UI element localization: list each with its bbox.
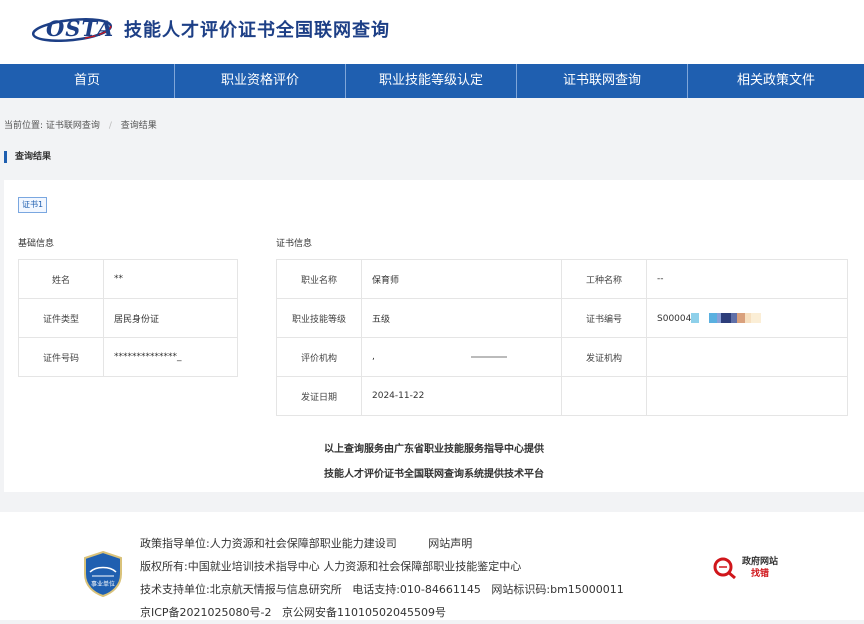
copyright: 版权所有:中国就业培训技术指导中心 人力资源和社会保障部职业技能鉴定中心: [140, 560, 522, 573]
table-row: 评价机构 , 发证机构: [276, 337, 848, 377]
work-type-value: --: [646, 259, 848, 299]
id-type-value: 居民身份证: [103, 298, 238, 338]
badge-text: 事业单位: [91, 580, 115, 588]
footer: 事业单位 政策指导单位:人力资源和社会保障部职业能力建设司 网站声明 版权所有:…: [0, 512, 864, 620]
footer-line: 京ICP备2021025080号-2 京公网安备11010502045509号: [140, 601, 624, 624]
icp-record[interactable]: 京ICP备2021025080号-2: [140, 606, 272, 619]
provider-credit: 以上查询服务由广东省职业技能服务指导中心提供: [324, 444, 544, 455]
cert-info-title: 证书信息: [276, 239, 313, 249]
redaction-mosaic: [691, 312, 762, 324]
name-value: **: [103, 259, 238, 299]
magnifier-icon: [713, 557, 736, 579]
main-nav: 首页 职业资格评价 职业技能等级认定 证书联网查询 相关政策文件: [0, 64, 864, 98]
breadcrumb: 当前位置: 证书联网查询 / 查询结果: [4, 118, 157, 131]
osta-logo-mark: OSTA: [32, 14, 118, 44]
site-title: 技能人才评价证书全国联网查询: [124, 20, 390, 41]
issuer-label: 发证机构: [561, 337, 647, 377]
cert-tab[interactable]: 证书1: [18, 197, 48, 213]
logo-text: OSTA: [46, 16, 115, 41]
table-row: 证件类型 居民身份证: [18, 298, 238, 338]
empty-cell: [561, 376, 647, 416]
nav-item-policy[interactable]: 相关政策文件: [688, 64, 864, 98]
section-title: 查询结果: [4, 151, 51, 163]
skill-level-label: 职业技能等级: [276, 298, 362, 338]
issue-date-value: 2024-11-22: [361, 376, 562, 416]
table-row: 职业技能等级 五级 证书编号 S00004: [276, 298, 848, 338]
table-row: 职业名称 保育师 工种名称 --: [276, 259, 848, 299]
nav-item-qualification[interactable]: 职业资格评价: [175, 64, 346, 98]
issuer-value: [646, 337, 848, 377]
basic-info-title: 基础信息: [18, 239, 55, 249]
occupation-value: 保育师: [361, 259, 562, 299]
result-panel: 证书1 基础信息 证书信息 姓名 ** 证件类型 居民身份证 证件号码 ****…: [4, 180, 864, 492]
footer-info: 政策指导单位:人力资源和社会保障部职业能力建设司 网站声明 版权所有:中国就业培…: [140, 532, 624, 624]
site-id: 网站标识码:bm15000011: [491, 583, 624, 596]
issue-date-label: 发证日期: [276, 376, 362, 416]
tech-support: 技术支持单位:北京航天情报与信息研究所: [140, 583, 342, 596]
breadcrumb-separator: /: [108, 121, 112, 131]
guide-unit: 政策指导单位:人力资源和社会保障部职业能力建设司: [140, 537, 397, 550]
nav-item-cert-query[interactable]: 证书联网查询: [517, 64, 688, 98]
breadcrumb-current: 查询结果: [120, 121, 157, 131]
id-type-label: 证件类型: [18, 298, 104, 338]
platform-credit: 技能人才评价证书全国联网查询系统提供技术平台: [324, 469, 544, 480]
gov-site-line1: 政府网站: [742, 557, 779, 567]
phone-support: 电话支持:010-84661145: [352, 583, 481, 596]
footer-line: 政策指导单位:人力资源和社会保障部职业能力建设司 网站声明: [140, 532, 624, 555]
table-row: 姓名 **: [18, 259, 238, 299]
table-row: 证件号码 **************_: [18, 337, 238, 377]
nav-item-skill-level[interactable]: 职业技能等级认定: [346, 64, 517, 98]
header: OSTA 技能人才评价证书全国联网查询: [0, 0, 864, 64]
eval-org-label: 评价机构: [276, 337, 362, 377]
occupation-label: 职业名称: [276, 259, 362, 299]
police-record[interactable]: 京公网安备11010502045509号: [282, 606, 446, 619]
nav-item-home[interactable]: 首页: [0, 64, 175, 98]
empty-cell: [646, 376, 848, 416]
footer-line: 技术支持单位:北京航天情报与信息研究所 电话支持:010-84661145 网站…: [140, 578, 624, 601]
gov-site-label: 政府网站 找错: [742, 556, 778, 580]
gov-site-error-link[interactable]: 政府网站 找错: [712, 556, 778, 580]
redaction-mark: [470, 355, 507, 358]
cert-number-label: 证书编号: [561, 298, 647, 338]
gov-site-line2: 找错: [751, 569, 770, 579]
table-row: 发证日期 2024-11-22: [276, 376, 848, 416]
work-type-label: 工种名称: [561, 259, 647, 299]
breadcrumb-prefix: 当前位置:: [4, 121, 44, 131]
basic-info-table: 姓名 ** 证件类型 居民身份证 证件号码 **************_: [18, 259, 238, 377]
cert-number-value: S00004: [657, 313, 692, 324]
eval-org-value: ,: [361, 337, 562, 377]
cert-info-table: 职业名称 保育师 工种名称 -- 职业技能等级 五级 证书编号 S00004 评…: [276, 259, 848, 416]
public-institution-badge[interactable]: 事业单位: [82, 550, 124, 598]
breadcrumb-cert-query[interactable]: 证书联网查询: [46, 121, 100, 131]
shield-icon: 事业单位: [84, 550, 122, 598]
id-number-label: 证件号码: [18, 337, 104, 377]
skill-level-value: 五级: [361, 298, 562, 338]
site-logo[interactable]: OSTA 技能人才评价证书全国联网查询: [32, 14, 390, 44]
site-statement-link[interactable]: 网站声明: [428, 537, 472, 550]
id-number-value: **************_: [103, 337, 238, 377]
name-label: 姓名: [18, 259, 104, 299]
cert-number-cell: S00004: [646, 298, 848, 338]
